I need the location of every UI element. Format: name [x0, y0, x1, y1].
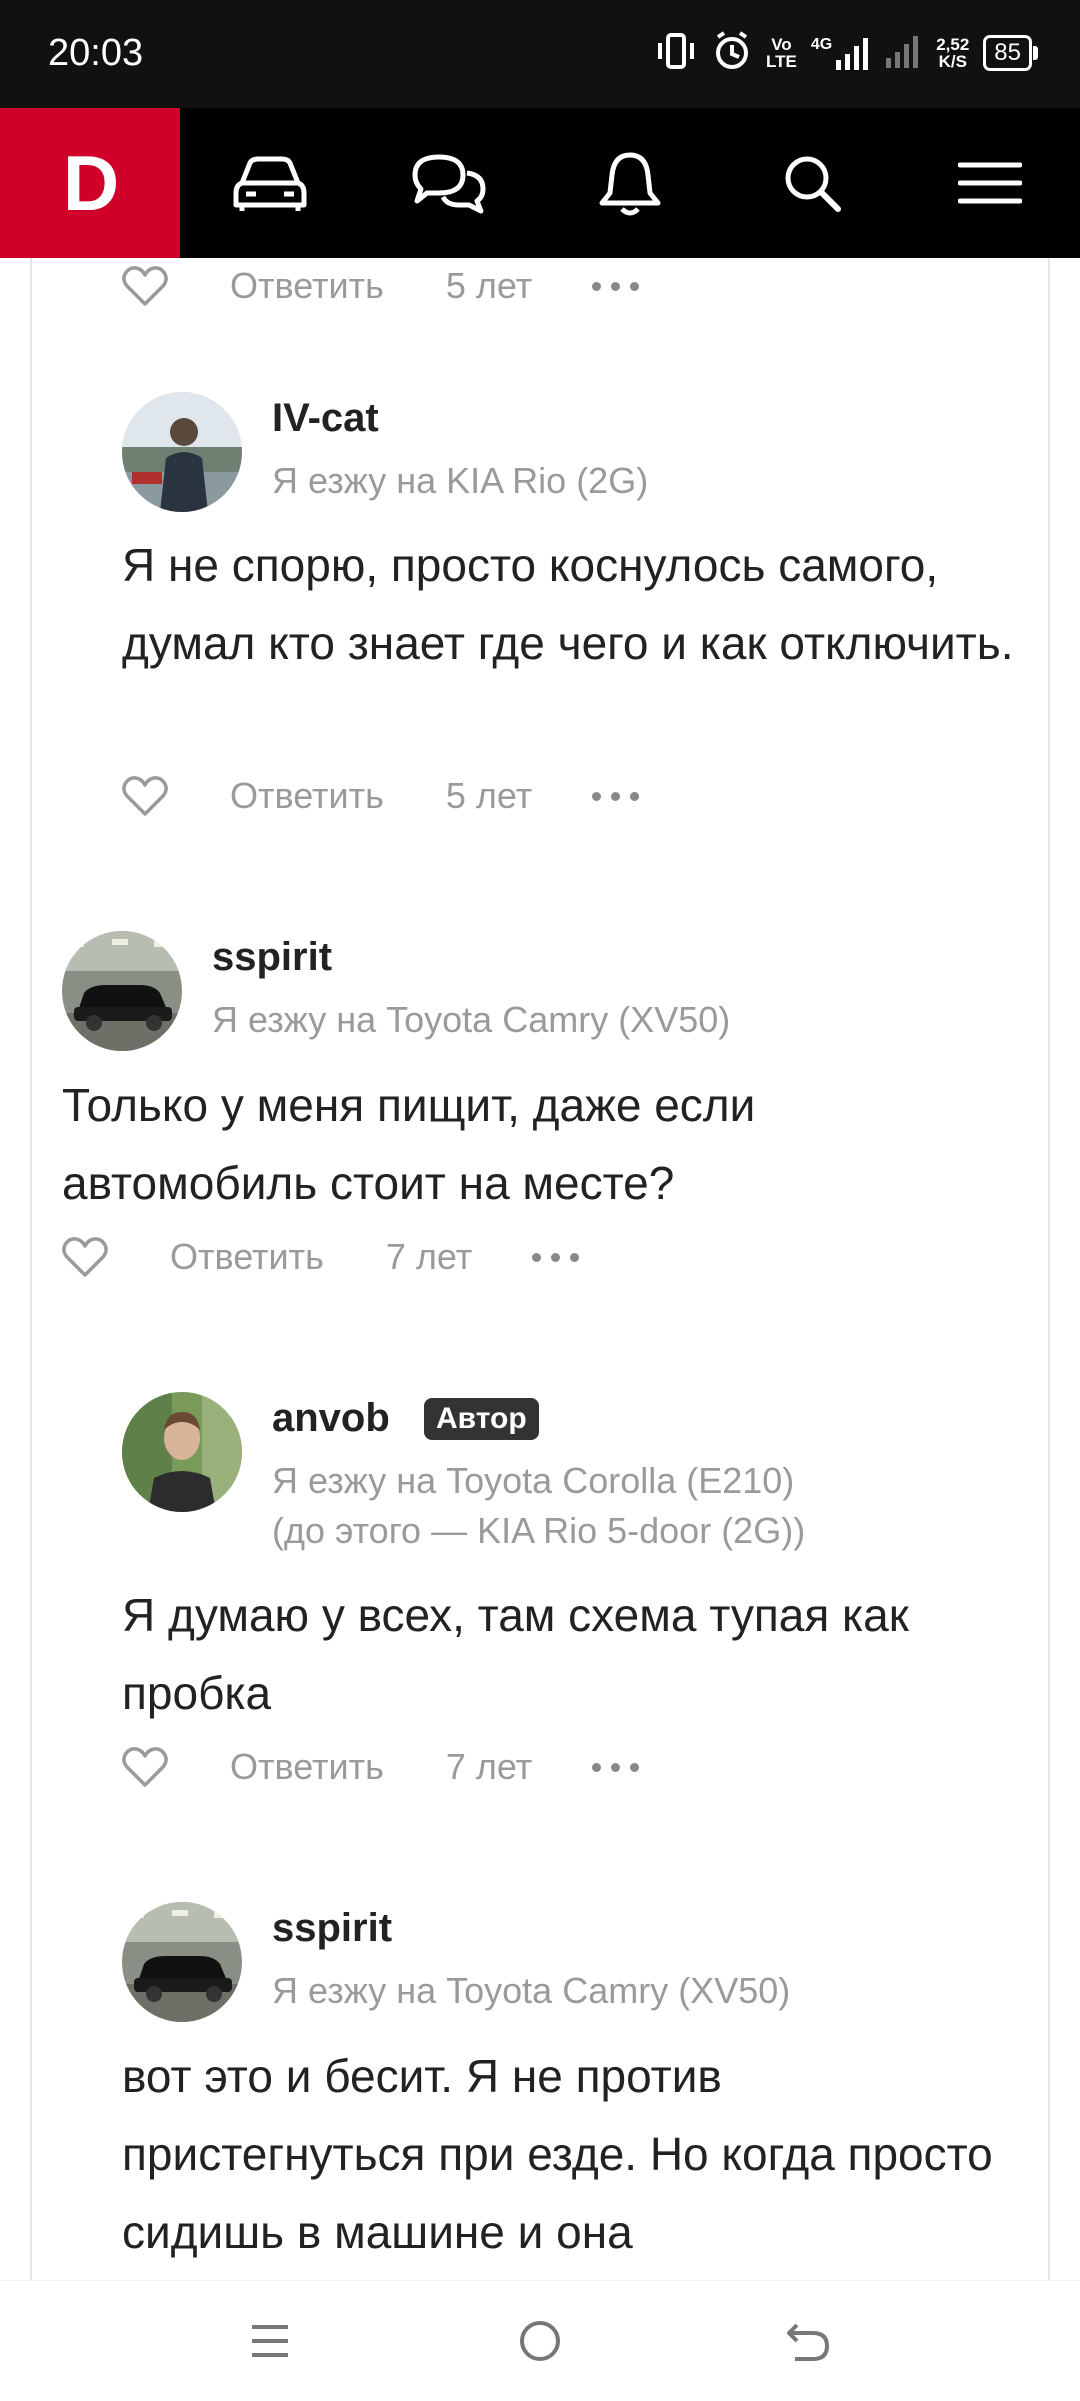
comment-author[interactable]: IV-cat: [272, 396, 379, 441]
more-options-icon[interactable]: [532, 1252, 580, 1262]
comments-list: Ответить 5 лет IV-cat Я езжу на KIA Rio …: [30, 258, 1050, 2280]
reply-button[interactable]: Ответить: [230, 265, 384, 307]
back-icon[interactable]: [778, 2311, 838, 2371]
avatar[interactable]: [122, 392, 242, 512]
signal-icon: 4G: [811, 36, 872, 70]
alarm-icon: [712, 30, 752, 76]
more-options-icon[interactable]: [592, 281, 640, 291]
avatar[interactable]: [62, 931, 182, 1051]
bell-icon[interactable]: [585, 138, 675, 228]
reply-button[interactable]: Ответить: [230, 775, 384, 817]
vibrate-icon: [654, 31, 698, 76]
app-header: D: [0, 108, 1080, 258]
comment-text: Я не спорю, просто коснулось самого, дум…: [122, 539, 1014, 669]
comment-text: вот это и бесит. Я не против пристегнуть…: [122, 2050, 993, 2258]
comment-age: 7 лет: [445, 1746, 533, 1787]
comment-actions: Ответить 7 лет: [62, 1227, 580, 1287]
system-navigation-bar: [0, 2280, 1080, 2401]
menu-icon[interactable]: [945, 138, 1035, 228]
comment-author[interactable]: sspirit: [272, 1906, 392, 1951]
author-previous-car[interactable]: (до этого — KIA Rio 5-door (2G)): [272, 1506, 805, 1556]
battery-level: 85: [994, 39, 1021, 66]
signal-weak-icon: [886, 34, 922, 73]
network-type: 4G: [810, 36, 833, 53]
like-heart-icon[interactable]: [122, 262, 170, 310]
like-heart-icon[interactable]: [122, 1743, 170, 1791]
author-car[interactable]: Я езжу на Toyota Camry (XV50): [272, 1966, 790, 2016]
status-time: 20:03: [48, 32, 144, 74]
author-car[interactable]: Я езжу на Toyota Corolla (E210): [272, 1456, 794, 1506]
comment-author[interactable]: anvob: [272, 1396, 390, 1441]
comment-text: Только у меня пищит, даже если автомобил…: [62, 1079, 756, 1209]
comment-text: Я думаю у всех, там схема тупая как проб…: [122, 1589, 909, 1719]
status-bar: 20:03 Vo LTE 4G 2,52 K/S 85: [0, 0, 1080, 108]
avatar[interactable]: [122, 1392, 242, 1512]
messages-icon[interactable]: [404, 138, 494, 228]
like-heart-icon[interactable]: [122, 772, 170, 820]
like-heart-icon[interactable]: [62, 1233, 110, 1281]
author-car[interactable]: Я езжу на KIA Rio (2G): [272, 456, 648, 506]
search-icon[interactable]: [767, 138, 857, 228]
net-speed: 2,52 K/S: [936, 35, 970, 71]
recents-icon[interactable]: [240, 2311, 300, 2371]
drive2-logo[interactable]: D: [0, 108, 180, 258]
volte-indicator: Vo LTE: [766, 35, 797, 71]
reply-button[interactable]: Ответить: [170, 1236, 324, 1278]
more-options-icon[interactable]: [592, 791, 640, 801]
more-options-icon[interactable]: [592, 1762, 640, 1772]
battery-icon: 85: [983, 35, 1038, 71]
car-icon[interactable]: [225, 138, 315, 228]
reply-button[interactable]: Ответить: [230, 1746, 384, 1788]
comment-actions: Ответить 5 лет: [122, 766, 640, 826]
comment-actions: Ответить 7 лет: [122, 1737, 640, 1797]
comment-age: 5 лет: [445, 265, 533, 306]
comment-author[interactable]: sspirit: [212, 935, 332, 980]
comment-actions: Ответить 5 лет: [122, 256, 640, 316]
author-car[interactable]: Я езжу на Toyota Camry (XV50): [212, 995, 730, 1045]
author-badge: Автор: [424, 1398, 539, 1440]
comment-age: 7 лет: [385, 1236, 473, 1277]
home-icon[interactable]: [510, 2311, 570, 2371]
comment-age: 5 лет: [445, 775, 533, 816]
avatar[interactable]: [122, 1902, 242, 2022]
